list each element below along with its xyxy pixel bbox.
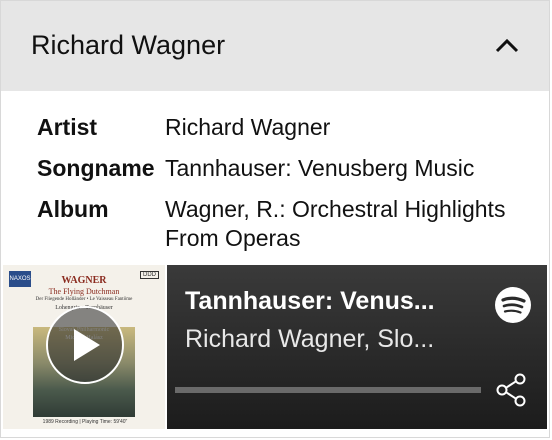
info-row-songname: Songname Tannhauser: Venusberg Music [37, 152, 537, 185]
play-icon [74, 329, 100, 361]
track-artist[interactable]: Richard Wagner, Slo... [185, 325, 475, 354]
spotify-player: NAXOS DDD WAGNER The Flying Dutchman Der… [3, 265, 547, 429]
play-button[interactable] [46, 306, 124, 384]
info-row-artist: Artist Richard Wagner [37, 111, 537, 144]
album-art[interactable]: NAXOS DDD WAGNER The Flying Dutchman Der… [3, 265, 165, 429]
now-playing-panel: Tannhauser: Venus... Richard Wagner, Slo… [167, 265, 547, 429]
track-info-table: Artist Richard Wagner Songname Tannhause… [37, 111, 537, 261]
share-icon[interactable] [495, 373, 527, 407]
chevron-up-icon[interactable] [495, 37, 519, 53]
info-value: Tannhauser: Venusberg Music [165, 155, 475, 181]
album-footer: 1989 Recording | Playing Time: 59'40" [42, 419, 128, 425]
info-value: Richard Wagner [165, 114, 331, 140]
track-title[interactable]: Tannhauser: Venus... [185, 287, 475, 316]
card-header[interactable]: Richard Wagner [1, 1, 549, 91]
album-title: The Flying Dutchman [48, 287, 120, 296]
info-key: Songname [37, 155, 155, 181]
info-key: Album [37, 196, 109, 222]
info-key: Artist [37, 114, 98, 140]
music-info-card: Richard Wagner Artist Richard Wagner Son… [0, 0, 550, 438]
info-value: Wagner, R.: Orchestral Highlights From O… [165, 196, 506, 251]
spotify-icon[interactable] [495, 287, 531, 323]
album-subtitle-1: Der Fliegende Holländer • Le Vaisseau Fa… [35, 297, 133, 302]
album-composer: WAGNER [61, 275, 107, 286]
card-title: Richard Wagner [31, 30, 226, 60]
progress-bar[interactable] [175, 387, 481, 393]
info-row-album: Album Wagner, R.: Orchestral Highlights … [37, 193, 537, 253]
